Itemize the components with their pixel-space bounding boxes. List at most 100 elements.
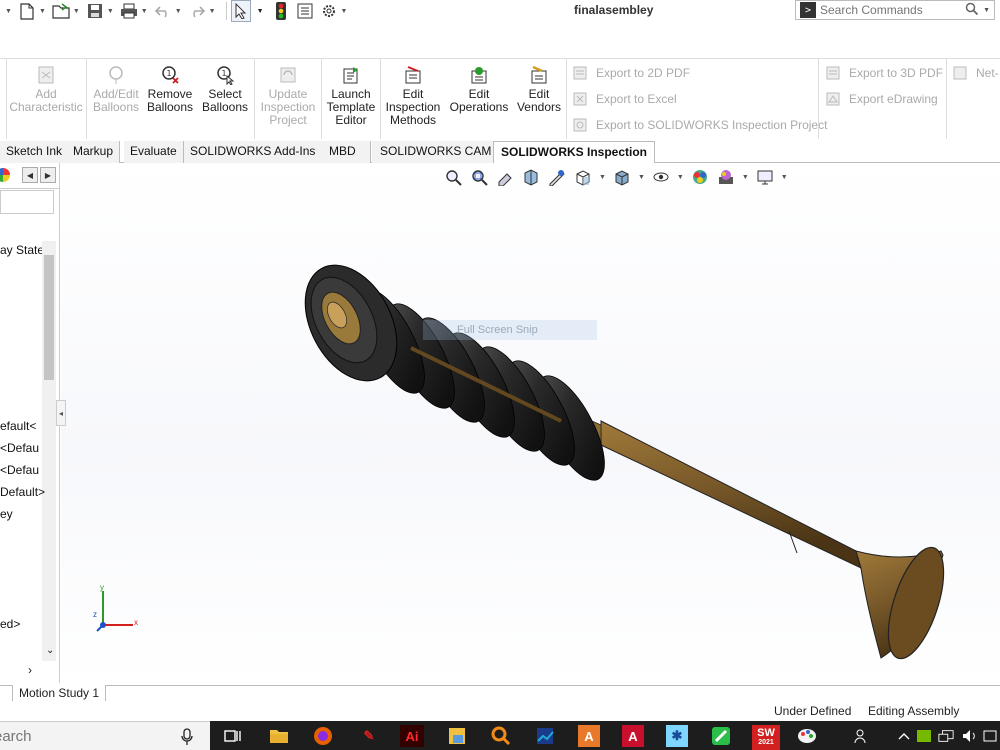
taskbar-search-box[interactable] <box>0 721 210 750</box>
inspection-project-icon <box>572 117 588 133</box>
net-inspect-button[interactable]: Net- <box>952 65 999 81</box>
file-explorer-icon[interactable] <box>268 725 290 747</box>
options-button[interactable]: ▼ <box>320 0 348 22</box>
tree-item[interactable]: <Defau <box>0 463 39 477</box>
file-properties-button[interactable] <box>296 0 314 22</box>
rebuild-button[interactable] <box>272 0 290 22</box>
chevron-down-icon[interactable]: ▼ <box>983 7 990 14</box>
select-button[interactable] <box>230 0 251 22</box>
chevron-down-icon[interactable]: ▼ <box>257 8 264 15</box>
export-3d-pdf-button[interactable]: Export to 3D PDF <box>825 65 943 81</box>
pane-collapse-handle[interactable]: ◂ <box>56 400 66 426</box>
chevron-down-icon[interactable]: ⌄ <box>46 645 54 656</box>
reference-triad <box>96 591 133 632</box>
pane-scroll-right-button[interactable]: ▶ <box>40 167 56 183</box>
status-editing-assembly: Editing Assembly <box>868 704 960 718</box>
nvidia-icon[interactable] <box>916 728 932 744</box>
file-manager-icon[interactable] <box>446 725 468 747</box>
redo-button[interactable]: ▼ <box>188 0 216 22</box>
search-commands-box[interactable]: > ▼ <box>795 0 995 20</box>
save-button[interactable]: ▼ <box>86 0 114 22</box>
solidworks-2021-icon[interactable]: SW 2021 <box>752 725 780 750</box>
pane-scroll-left-button[interactable]: ◀ <box>22 167 38 183</box>
asterisk-app-icon[interactable]: ✱ <box>666 725 688 747</box>
print-button[interactable]: ▼ <box>120 0 148 22</box>
tab-solidworks-inspection[interactable]: SOLIDWORKS Inspection <box>493 141 656 164</box>
illustrator-icon[interactable]: Ai <box>400 725 424 747</box>
tree-item[interactable]: Default> <box>0 485 45 499</box>
scroll-thumb[interactable] <box>44 255 54 380</box>
tree-item[interactable]: ey <box>0 507 13 521</box>
edit-operations-button[interactable]: Edit Operations <box>447 65 511 114</box>
triad-x-label: x <box>134 618 138 627</box>
launch-template-editor-button[interactable]: Launch Template Editor <box>324 65 378 127</box>
paint-icon[interactable] <box>796 725 818 747</box>
motion-study-tab[interactable]: Motion Study 1 <box>12 685 107 702</box>
tab-solidworks-cam[interactable]: SOLIDWORKS CAM <box>372 141 501 163</box>
export-excel-button[interactable]: Export to Excel <box>572 91 677 107</box>
chevron-down-icon[interactable]: ▼ <box>39 8 46 15</box>
valve-spring-assembly-model[interactable] <box>61 163 1000 685</box>
remove-balloon-icon: 1 <box>160 65 180 85</box>
chevron-right-icon[interactable]: › <box>28 663 32 677</box>
search-input[interactable] <box>820 3 960 17</box>
autocad-icon[interactable]: A <box>622 725 644 747</box>
people-icon[interactable] <box>854 728 870 744</box>
update-inspection-project-button[interactable]: Update Inspection Project <box>258 65 318 127</box>
tree-item[interactable]: ed> <box>0 617 20 631</box>
tree-display-state[interactable]: ay State <box>0 243 44 257</box>
tree-item[interactable]: <Defau <box>0 441 39 455</box>
line-app-icon[interactable] <box>710 725 732 747</box>
command-tabs: Sketch Ink Markup Evaluate SOLIDWORKS Ad… <box>0 141 1000 164</box>
chevron-down-icon[interactable]: ▼ <box>209 8 216 15</box>
network-icon[interactable] <box>938 728 954 744</box>
open-button[interactable]: ▼ <box>52 0 80 22</box>
edit-inspection-methods-button[interactable]: Edit Inspection Methods <box>383 65 443 127</box>
tree-item[interactable]: efault< <box>0 419 36 433</box>
chevron-down-icon[interactable]: ▼ <box>175 8 182 15</box>
tab-solidworks-add-ins[interactable]: SOLIDWORKS Add-Ins <box>184 141 323 163</box>
taskbar-search-input[interactable] <box>0 728 164 745</box>
filter-box[interactable] <box>0 190 54 214</box>
firefox-icon[interactable] <box>312 725 334 747</box>
new-button[interactable]: ▼ <box>18 0 46 22</box>
speaker-icon[interactable] <box>962 728 978 744</box>
tab-mbd[interactable]: MBD <box>315 141 371 163</box>
graphics-area[interactable]: ▼ ▼ ▼ ▼ ▼ Full Screen Snip y x z <box>61 163 1000 685</box>
add-edit-balloons-button[interactable]: Add/Edit Balloons <box>89 65 143 114</box>
keyboard-layout-icon[interactable] <box>982 728 998 744</box>
app-a-orange-icon[interactable]: A <box>578 725 600 747</box>
tray-chevron-up-icon[interactable] <box>896 728 912 744</box>
edit-inspection-methods-label: Edit Inspection Methods <box>385 87 441 127</box>
chevron-down-icon[interactable]: ▼ <box>73 8 80 15</box>
export-excel-label: Export to Excel <box>596 92 677 106</box>
ribbon-divider <box>946 59 947 139</box>
search-icon[interactable] <box>965 2 979 19</box>
chevron-down-icon[interactable]: ▼ <box>141 8 148 15</box>
tree-scrollbar[interactable] <box>42 241 56 661</box>
search-tool-icon[interactable] <box>490 725 512 747</box>
tab-evaluate[interactable]: Evaluate <box>124 141 184 163</box>
export-edrawing-button[interactable]: Export eDrawing <box>825 91 938 107</box>
acrobat-icon[interactable]: ✎ <box>358 725 380 747</box>
chevron-down-icon[interactable]: ▼ <box>107 8 114 15</box>
export-2d-pdf-button[interactable]: Export to 2D PDF <box>572 65 690 81</box>
options-gear-icon <box>320 2 338 20</box>
tab-sketch-ink[interactable]: Sketch Ink <box>0 141 70 163</box>
toolbar-divider <box>225 2 227 20</box>
select-balloons-button[interactable]: 1 Select Balloons <box>201 65 249 114</box>
undo-button[interactable]: ▼ <box>154 0 182 22</box>
chevron-down-icon[interactable]: ▼ <box>341 8 348 15</box>
microphone-icon[interactable] <box>181 728 193 749</box>
export-inspection-project-button[interactable]: Export to SOLIDWORKS Inspection Project <box>572 117 827 133</box>
tab-markup[interactable]: Markup <box>67 141 121 163</box>
task-view-icon[interactable] <box>222 725 244 747</box>
add-characteristic-button[interactable]: Add Characteristic <box>9 65 83 114</box>
edit-vendors-button[interactable]: Edit Vendors <box>514 65 564 114</box>
menu-caret-icon[interactable]: ▼ <box>5 8 12 15</box>
remove-balloons-button[interactable]: 1 Remove Balloons <box>146 65 194 114</box>
appearance-icon[interactable] <box>0 168 10 182</box>
svg-text:1: 1 <box>166 69 171 78</box>
edrawing-icon <box>825 91 841 107</box>
chart-app-icon[interactable] <box>534 725 556 747</box>
